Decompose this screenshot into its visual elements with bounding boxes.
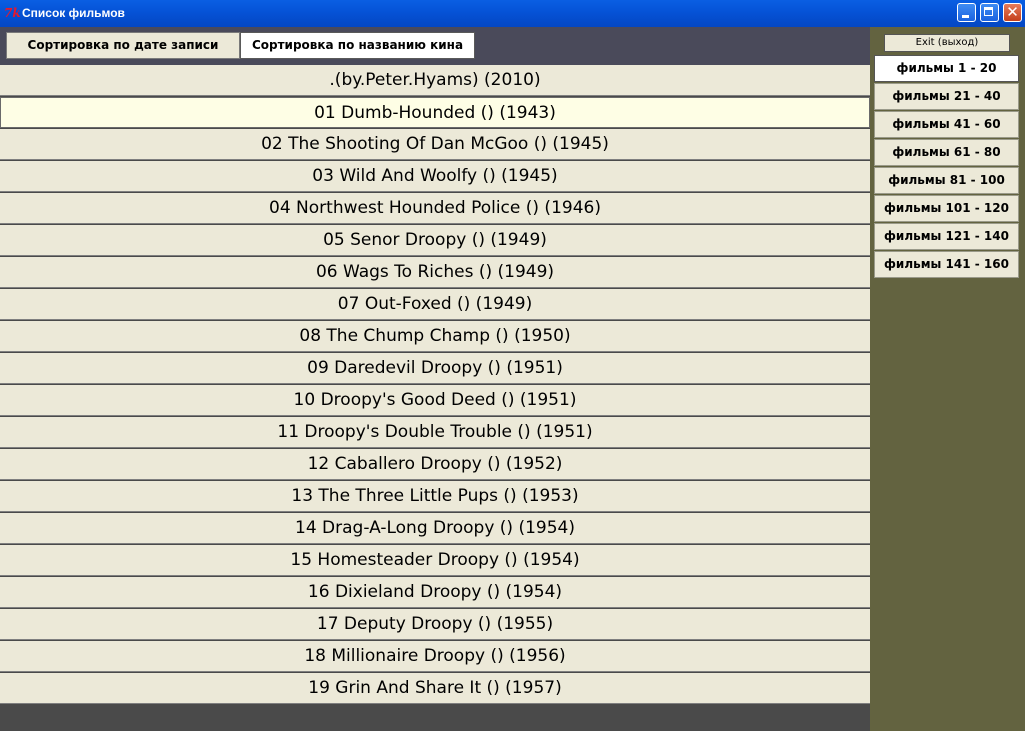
film-row[interactable]: 07 Out-Foxed () (1949) <box>0 289 870 320</box>
page-button-101-120[interactable]: фильмы 101 - 120 <box>874 195 1019 222</box>
page-button-121-140[interactable]: фильмы 121 - 140 <box>874 223 1019 250</box>
page-button-1-20[interactable]: фильмы 1 - 20 <box>874 55 1019 82</box>
film-row[interactable]: 13 The Three Little Pups () (1953) <box>0 481 870 512</box>
page-button-41-60[interactable]: фильмы 41 - 60 <box>874 111 1019 138</box>
close-icon: ✕ <box>1006 3 1019 21</box>
exit-button[interactable]: Exit (выход) <box>884 34 1010 52</box>
film-row[interactable]: 15 Homesteader Droopy () (1954) <box>0 545 870 576</box>
page-button-141-160[interactable]: фильмы 141 - 160 <box>874 251 1019 278</box>
film-row[interactable]: 19 Grin And Share It () (1957) <box>0 673 870 704</box>
page-panel: Exit (выход) фильмы 1 - 20 фильмы 21 - 4… <box>870 27 1025 731</box>
film-row[interactable]: 16 Dixieland Droopy () (1954) <box>0 577 870 608</box>
film-row[interactable]: 05 Senor Droopy () (1949) <box>0 225 870 256</box>
film-row[interactable]: 02 The Shooting Of Dan McGoo () (1945) <box>0 129 870 160</box>
maximize-icon <box>984 7 993 16</box>
film-list: .(by.Peter.Hyams) (2010) 01 Dumb-Hounded… <box>0 65 870 704</box>
film-row[interactable]: 04 Northwest Hounded Police () (1946) <box>0 193 870 224</box>
close-button[interactable]: ✕ <box>1003 3 1022 22</box>
film-row[interactable]: 11 Droopy's Double Trouble () (1951) <box>0 417 870 448</box>
page-button-61-80[interactable]: фильмы 61 - 80 <box>874 139 1019 166</box>
sort-by-date-button[interactable]: Сортировка по дате записи <box>6 32 240 59</box>
film-row[interactable]: 03 Wild And Woolfy () (1945) <box>0 161 870 192</box>
film-row[interactable]: 12 Caballero Droopy () (1952) <box>0 449 870 480</box>
film-row[interactable]: .(by.Peter.Hyams) (2010) <box>0 65 870 96</box>
window-title: Список фильмов <box>22 6 125 20</box>
film-row[interactable]: 18 Millionaire Droopy () (1956) <box>0 641 870 672</box>
maximize-button[interactable] <box>980 3 999 22</box>
minimize-button[interactable] <box>957 3 976 22</box>
film-row[interactable]: 10 Droopy's Good Deed () (1951) <box>0 385 870 416</box>
page-button-81-100[interactable]: фильмы 81 - 100 <box>874 167 1019 194</box>
film-row[interactable]: 09 Daredevil Droopy () (1951) <box>0 353 870 384</box>
page-list: фильмы 1 - 20 фильмы 21 - 40 фильмы 41 -… <box>874 55 1019 279</box>
film-row[interactable]: 06 Wags To Riches () (1949) <box>0 257 870 288</box>
film-row[interactable]: 14 Drag-A-Long Droopy () (1954) <box>0 513 870 544</box>
app-icon: 7k <box>4 6 21 20</box>
page-button-21-40[interactable]: фильмы 21 - 40 <box>874 83 1019 110</box>
sort-by-name-button[interactable]: Сортировка по названию кина <box>240 32 475 59</box>
title-bar: 7k Список фильмов ✕ <box>0 0 1025 27</box>
film-row[interactable]: 01 Dumb-Hounded () (1943) <box>0 97 870 128</box>
film-row[interactable]: 17 Deputy Droopy () (1955) <box>0 609 870 640</box>
minimize-icon <box>962 15 969 18</box>
film-row[interactable]: 08 The Chump Champ () (1950) <box>0 321 870 352</box>
sort-toolbar: Сортировка по дате записи Сортировка по … <box>0 27 870 65</box>
